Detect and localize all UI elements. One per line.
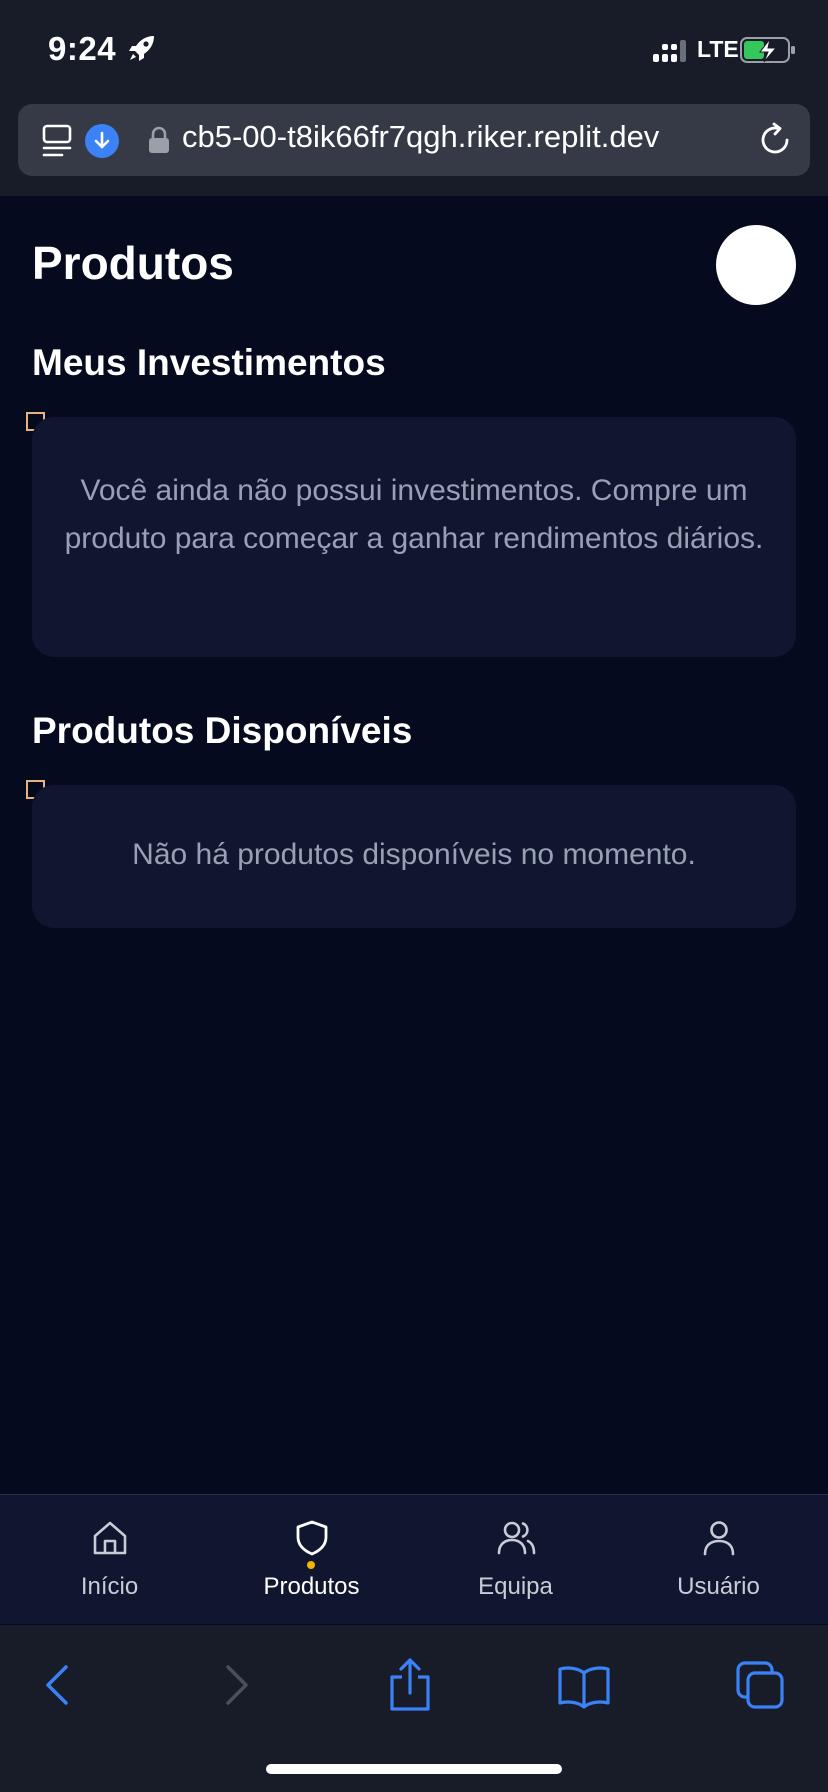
section-title-my-investments: Meus Investimentos	[32, 342, 386, 383]
empty-state-message: Você ainda não possui investimentos. Com…	[64, 474, 764, 555]
active-tab-indicator	[307, 1561, 315, 1569]
back-icon[interactable]	[28, 1655, 88, 1715]
tab-label: Usuário	[677, 1573, 760, 1600]
page-title: Produtos	[32, 237, 234, 289]
tab-usuario[interactable]: Usuário	[615, 1495, 822, 1625]
user-icon	[703, 1521, 735, 1556]
tabs-icon[interactable]	[730, 1655, 790, 1715]
tab-equipa[interactable]: Equipa	[412, 1495, 619, 1625]
share-icon[interactable]	[380, 1655, 440, 1715]
shield-icon	[296, 1520, 328, 1556]
home-indicator	[266, 1764, 562, 1774]
lock-icon	[149, 126, 169, 153]
tab-label: Equipa	[478, 1573, 553, 1600]
status-bar: 9:24 LTE	[0, 0, 828, 96]
home-icon	[93, 1521, 127, 1555]
status-time: 9:24	[48, 30, 117, 67]
reader-icon[interactable]	[42, 124, 74, 158]
signal-icon	[653, 40, 686, 62]
bookmarks-icon[interactable]	[554, 1655, 614, 1715]
rocket-icon	[129, 36, 154, 61]
tab-label: Produtos	[263, 1573, 360, 1600]
download-icon[interactable]	[85, 124, 119, 158]
my-investments-empty-card: Você ainda não possui investimentos. Com…	[32, 417, 796, 657]
network-type: LTE	[697, 36, 739, 62]
tab-produtos[interactable]: Produtos	[208, 1495, 415, 1625]
bottom-tab-bar: Início Produtos Equipa Usuário	[0, 1494, 828, 1624]
browser-address-area: cb5-00-t8ik66fr7qgh.riker.replit.dev	[0, 96, 828, 196]
avatar[interactable]	[716, 225, 796, 305]
tab-inicio[interactable]: Início	[6, 1495, 213, 1625]
forward-icon[interactable]	[206, 1655, 266, 1715]
empty-state-message: Não há produtos disponíveis no momento.	[132, 838, 696, 871]
address-bar[interactable]: cb5-00-t8ik66fr7qgh.riker.replit.dev	[18, 104, 810, 176]
users-icon	[497, 1521, 536, 1555]
tab-label: Início	[80, 1573, 139, 1600]
url-text[interactable]: cb5-00-t8ik66fr7qgh.riker.replit.dev	[182, 119, 762, 155]
available-products-empty-card: Não há produtos disponíveis no momento.	[32, 785, 796, 928]
battery-charging-icon	[740, 37, 795, 63]
reload-icon[interactable]	[757, 122, 793, 158]
section-title-available-products: Produtos Disponíveis	[32, 710, 413, 751]
